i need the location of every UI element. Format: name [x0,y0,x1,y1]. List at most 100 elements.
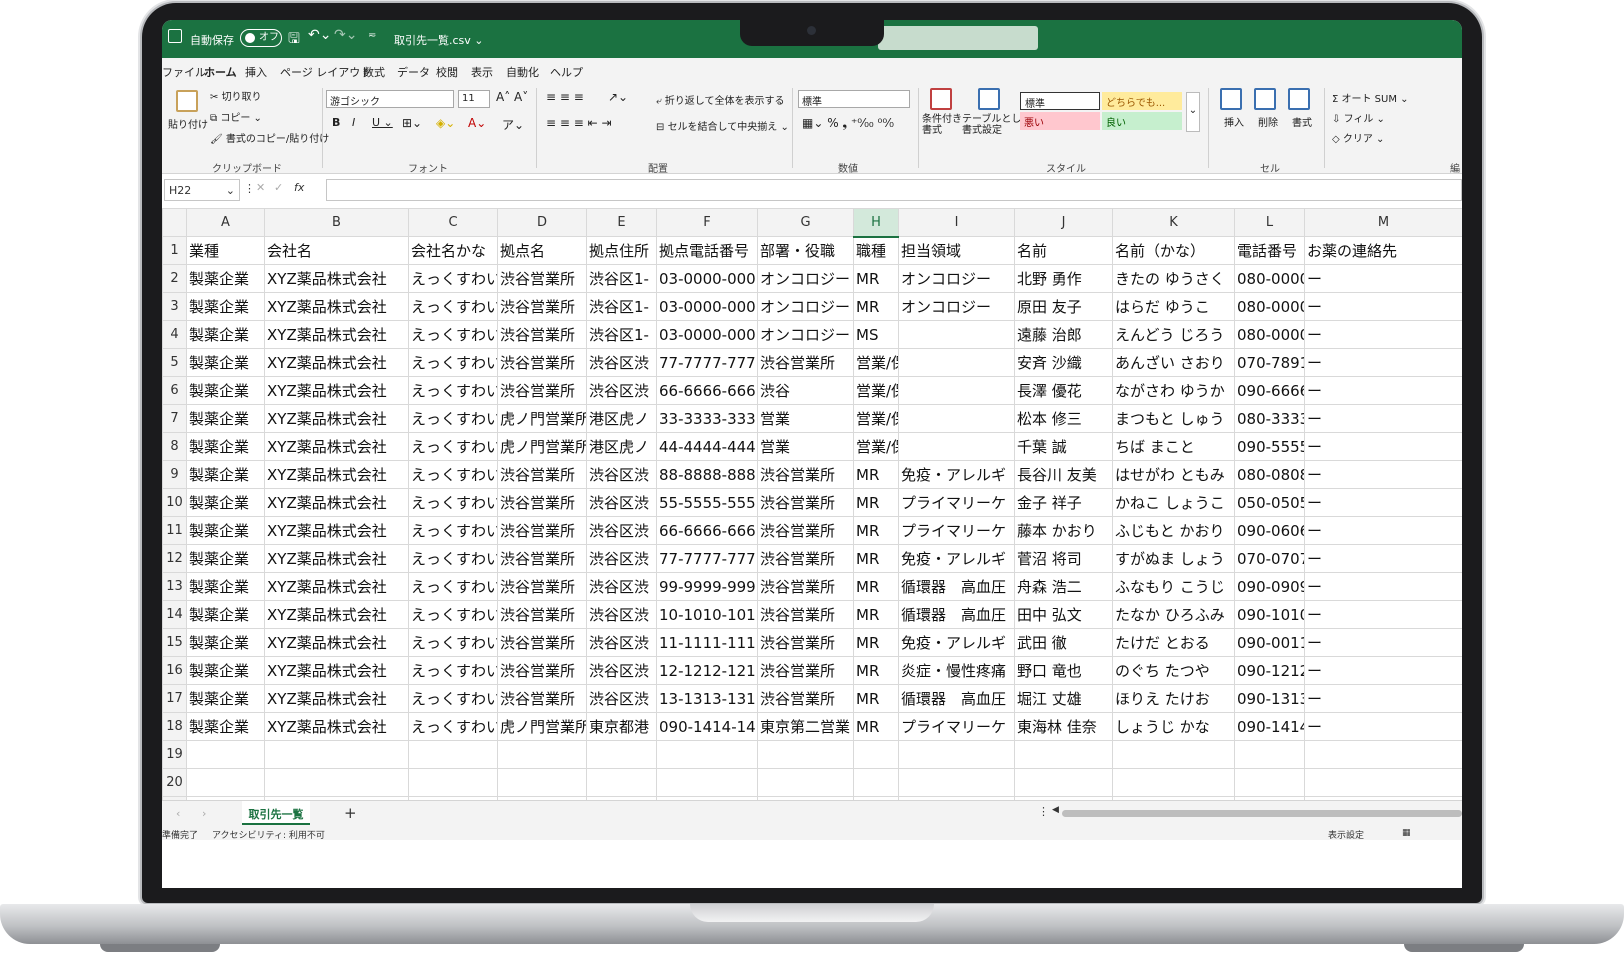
cell-d5[interactable]: 渋谷営業所 [497,348,587,377]
row-header[interactable]: 17 [162,684,187,713]
cell-j18[interactable]: 東海林 佳奈 [1014,712,1113,741]
cell-c1[interactable]: 会社名かな [408,236,498,265]
cell-l9[interactable]: 080-0808 [1234,460,1305,489]
cell-d15[interactable]: 渋谷営業所 [497,628,587,657]
cell-b7[interactable]: XYZ薬品株式会社 [264,404,409,433]
cell-a6[interactable]: 製薬企業 [186,376,265,405]
cell-k7[interactable]: まつもと しゅう [1112,404,1235,433]
cell-c19[interactable] [408,740,498,769]
cell-f10[interactable]: 55-5555-555 [656,488,758,517]
cell-i6[interactable] [898,376,1015,405]
cell-l12[interactable]: 070-0707 [1234,544,1305,573]
cell-b3[interactable]: XYZ薬品株式会社 [264,292,409,321]
underline-button[interactable]: U ⌄ [372,116,393,129]
row-header[interactable]: 7 [162,404,187,433]
cell-b20[interactable] [264,768,409,797]
cell-h16[interactable]: MR [853,656,899,685]
row-header[interactable]: 16 [162,656,187,685]
cell-m9[interactable]: ー [1304,460,1462,489]
cell-c7[interactable]: えっくすわい [408,404,498,433]
cell-c3[interactable]: えっくすわい [408,292,498,321]
cell-c16[interactable]: えっくすわい [408,656,498,685]
cell-b11[interactable]: XYZ薬品株式会社 [264,516,409,545]
cell-h17[interactable]: MR [853,684,899,713]
cancel-icon[interactable]: ✕ [256,181,265,194]
cell-g13[interactable]: 渋谷営業所 [757,572,854,601]
cell-a13[interactable]: 製薬企業 [186,572,265,601]
paste-button[interactable]: 貼り付け [168,116,208,131]
cell-i4[interactable] [898,320,1015,349]
cell-c6[interactable]: えっくすわい [408,376,498,405]
cell-d4[interactable]: 渋谷営業所 [497,320,587,349]
cell-e8[interactable]: 港区虎ノ [586,432,657,461]
cell-b4[interactable]: XYZ薬品株式会社 [264,320,409,349]
cell-a9[interactable]: 製薬企業 [186,460,265,489]
normal-view-icon[interactable]: ▦ [1402,828,1411,838]
cell-l17[interactable]: 090-1313 [1234,684,1305,713]
cell-a19[interactable] [186,740,265,769]
cell-k2[interactable]: きたの ゆうさく [1112,264,1235,293]
cell-f18[interactable]: 090-1414-14 [656,712,758,741]
cell-e11[interactable]: 渋谷区渋 [586,516,657,545]
cell-f16[interactable]: 12-1212-121 [656,656,758,685]
cell-m19[interactable] [1304,740,1462,769]
cell-l14[interactable]: 090-1010 [1234,600,1305,629]
cell-g11[interactable]: 渋谷営業所 [757,516,854,545]
cell-m13[interactable]: ー [1304,572,1462,601]
style-normal[interactable]: 標準 [1020,92,1100,110]
cell-j10[interactable]: 金子 祥子 [1014,488,1113,517]
cell-e16[interactable]: 渋谷区渋 [586,656,657,685]
cell-g19[interactable] [757,740,854,769]
column-header-l[interactable]: L [1234,208,1305,237]
cell-f19[interactable] [656,740,758,769]
cell-g20[interactable] [757,768,854,797]
cell-f6[interactable]: 66-6666-666 [656,376,758,405]
cell-f17[interactable]: 13-1313-131 [656,684,758,713]
style-bad[interactable]: 悪い [1020,112,1100,130]
cell-l19[interactable] [1234,740,1305,769]
cell-i16[interactable]: 炎症・慢性疼痛 [898,656,1015,685]
cell-a15[interactable]: 製薬企業 [186,628,265,657]
cell-e9[interactable]: 渋谷区渋 [586,460,657,489]
cell-i15[interactable]: 免疫・アレルギ [898,628,1015,657]
cell-a11[interactable]: 製薬企業 [186,516,265,545]
cell-f15[interactable]: 11-1111-111 [656,628,758,657]
format-cells-icon[interactable] [1288,88,1310,110]
cell-h7[interactable]: 営業/保守 [853,404,899,433]
cell-m12[interactable]: ー [1304,544,1462,573]
cell-i8[interactable] [898,432,1015,461]
cell-k14[interactable]: たなか ひろふみ [1112,600,1235,629]
cell-f12[interactable]: 77-7777-777 [656,544,758,573]
prev-sheet-icon[interactable]: ‹ [176,807,180,820]
cell-m18[interactable]: ー [1304,712,1462,741]
cell-l10[interactable]: 050-0505 [1234,488,1305,517]
cell-j12[interactable]: 菅沼 将司 [1014,544,1113,573]
name-box[interactable]: H22 ⌄ [164,179,240,201]
cell-b2[interactable]: XYZ薬品株式会社 [264,264,409,293]
cell-j17[interactable]: 堀江 丈雄 [1014,684,1113,713]
cell-m2[interactable]: ー [1304,264,1462,293]
cell-l15[interactable]: 090-0011 [1234,628,1305,657]
cell-m1[interactable]: お薬の連絡先 [1304,236,1462,265]
cell-g1[interactable]: 部署・役職 [757,236,854,265]
font-name-select[interactable]: 游ゴシック [326,90,454,108]
cell-l4[interactable]: 080-0000 [1234,320,1305,349]
cell-g3[interactable]: オンコロジー [757,292,854,321]
cell-h18[interactable]: MR [853,712,899,741]
cell-c14[interactable]: えっくすわい [408,600,498,629]
cell-h6[interactable]: 営業/保守 [853,376,899,405]
cell-f13[interactable]: 99-9999-999 [656,572,758,601]
cell-k11[interactable]: ふじもと かおり [1112,516,1235,545]
wrap-text-button[interactable]: ⤶ 折り返して全体を表示する [656,92,784,107]
cell-j8[interactable]: 千葉 誠 [1014,432,1113,461]
cell-m6[interactable]: ー [1304,376,1462,405]
cell-b5[interactable]: XYZ薬品株式会社 [264,348,409,377]
column-header-k[interactable]: K [1112,208,1235,237]
cell-h10[interactable]: MR [853,488,899,517]
cell-m5[interactable]: ー [1304,348,1462,377]
cell-k5[interactable]: あんざい さおり [1112,348,1235,377]
cell-e12[interactable]: 渋谷区渋 [586,544,657,573]
cell-g6[interactable]: 渋谷 [757,376,854,405]
font-color-icon[interactable]: A⌄ [468,116,486,130]
tab-formulas[interactable]: 数式 [363,64,385,80]
